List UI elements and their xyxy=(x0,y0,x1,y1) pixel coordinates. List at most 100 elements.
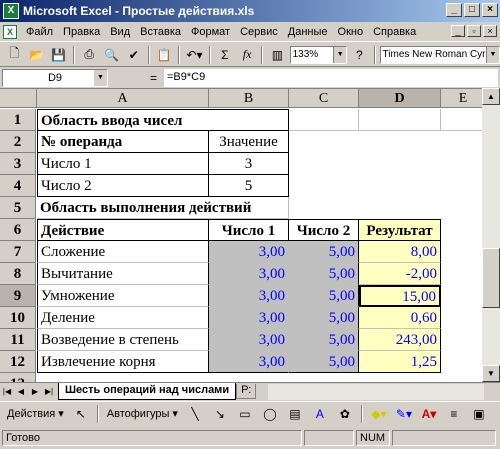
cell-a9[interactable]: Умножение xyxy=(37,285,209,307)
last-sheet-icon[interactable]: ▶| xyxy=(42,384,56,400)
arrow-icon[interactable]: ↘ xyxy=(209,404,231,424)
cell-b9[interactable]: 3,00 xyxy=(209,285,289,307)
chevron-down-icon[interactable]: ▼ xyxy=(485,46,499,63)
open-folder-icon[interactable]: 📂 xyxy=(26,45,46,65)
close-button[interactable]: × xyxy=(482,3,498,17)
line-style-icon[interactable]: ≡ xyxy=(443,404,465,424)
horizontal-scrollbar[interactable] xyxy=(268,384,484,400)
line-icon[interactable]: ╲ xyxy=(184,404,206,424)
cell-a5[interactable]: Область выполнения действий xyxy=(37,197,289,219)
clipart-icon[interactable]: ✿ xyxy=(334,404,356,424)
row-header-5[interactable]: 5 xyxy=(0,197,36,219)
row-header-3[interactable]: 3 xyxy=(0,153,36,175)
font-select[interactable]: Times New Roman Cyr ▼ xyxy=(379,45,500,64)
cell-a2[interactable]: № операнда xyxy=(37,131,209,153)
undo-icon[interactable]: ↶▾ xyxy=(184,45,204,65)
maximize-button[interactable]: □ xyxy=(464,3,480,17)
actions-menu[interactable]: Действия ▾ xyxy=(4,407,67,420)
menu-view[interactable]: Вид xyxy=(105,26,135,38)
row-header-10[interactable]: 10 xyxy=(0,307,36,329)
row-header-13[interactable]: 13 xyxy=(0,373,36,382)
cell-a8[interactable]: Вычитание xyxy=(37,263,209,285)
cell-c6[interactable]: Число 2 xyxy=(289,219,359,241)
cell-a7[interactable]: Сложение xyxy=(37,241,209,263)
cell-b11[interactable]: 3,00 xyxy=(209,329,289,351)
cell-d7[interactable]: 8,00 xyxy=(359,241,441,263)
cell-a12[interactable]: Извлечение корня xyxy=(37,351,209,373)
autoshapes-menu[interactable]: Автофигуры ▾ xyxy=(104,407,181,420)
row-header-11[interactable]: 11 xyxy=(0,329,36,351)
column-header-d[interactable]: D xyxy=(359,89,441,108)
cell-d9-selected[interactable]: 15,00 xyxy=(359,285,441,307)
row-header-2[interactable]: 2 xyxy=(0,131,36,153)
row-header-12[interactable]: 12 xyxy=(0,351,36,373)
row-header-4[interactable]: 4 xyxy=(0,175,36,197)
select-pointer-icon[interactable]: ↖ xyxy=(70,404,92,424)
scroll-thumb[interactable] xyxy=(482,248,500,308)
cell-a11[interactable]: Возведение в степень xyxy=(37,329,209,351)
cell-b8[interactable]: 3,00 xyxy=(209,263,289,285)
cell-a1[interactable]: Область ввода чисел xyxy=(37,109,289,131)
cell-b10[interactable]: 3,00 xyxy=(209,307,289,329)
cell-d1[interactable] xyxy=(359,109,441,131)
menu-tools[interactable]: Сервис xyxy=(235,26,283,38)
cell-d6[interactable]: Результат xyxy=(359,219,441,241)
cell-d12[interactable]: 1,25 xyxy=(359,351,441,373)
column-header-b[interactable]: B xyxy=(209,89,289,108)
cell-c12[interactable]: 5,00 xyxy=(289,351,359,373)
new-file-icon[interactable]: 🗋 xyxy=(4,45,24,65)
row-header-7[interactable]: 7 xyxy=(0,241,36,263)
menu-format[interactable]: Формат xyxy=(186,26,235,38)
row-header-8[interactable]: 8 xyxy=(0,263,36,285)
cell-a10[interactable]: Деление xyxy=(37,307,209,329)
minimize-button[interactable]: _ xyxy=(446,3,462,17)
menu-window[interactable]: Окно xyxy=(333,26,369,38)
cell-b2[interactable]: Значение xyxy=(209,131,289,153)
sheet-tab-next[interactable]: Р: xyxy=(236,384,257,399)
font-color-icon[interactable]: A▾ xyxy=(418,404,440,424)
row-header-6[interactable]: 6 xyxy=(0,219,36,241)
oval-icon[interactable]: ◯ xyxy=(259,404,281,424)
spelling-icon[interactable]: ✔ xyxy=(124,45,144,65)
chevron-down-icon[interactable]: ▼ xyxy=(94,70,107,86)
shadow-icon[interactable]: ▣ xyxy=(468,404,490,424)
help-icon[interactable]: ? xyxy=(349,45,369,65)
cell-b3[interactable]: 3 xyxy=(209,153,289,175)
cell-c1[interactable] xyxy=(289,109,359,131)
row-header-1[interactable]: 1 xyxy=(0,109,36,131)
line-color-icon[interactable]: ✎▾ xyxy=(393,404,415,424)
first-sheet-icon[interactable]: |◀ xyxy=(0,384,14,400)
cell-a4[interactable]: Число 2 xyxy=(37,175,209,197)
name-box[interactable]: D9 ▼ xyxy=(2,69,108,87)
cell-d10[interactable]: 0,60 xyxy=(359,307,441,329)
textbox-icon[interactable]: ▤ xyxy=(284,404,306,424)
function-icon[interactable]: fx xyxy=(237,45,257,65)
save-icon[interactable]: 💾 xyxy=(49,45,69,65)
zoom-select[interactable]: 133% ▼ xyxy=(289,45,348,64)
scroll-down-icon[interactable]: ▼ xyxy=(482,365,500,382)
vertical-scrollbar[interactable]: ▲ ▼ xyxy=(482,88,500,382)
column-header-a[interactable]: A xyxy=(37,89,209,108)
menu-file[interactable]: Файл xyxy=(21,26,58,38)
cell-d8[interactable]: -2,00 xyxy=(359,263,441,285)
cell-c9[interactable]: 5,00 xyxy=(289,285,359,307)
cell-e1[interactable] xyxy=(441,109,482,131)
fill-color-icon[interactable]: ◆▾ xyxy=(368,404,390,424)
wordart-icon[interactable]: A xyxy=(309,404,331,424)
chevron-down-icon[interactable]: ▼ xyxy=(333,46,347,63)
formula-input[interactable]: =B9*C9 xyxy=(164,69,498,87)
column-header-c[interactable]: C xyxy=(289,89,359,108)
cell-a6[interactable]: Действие xyxy=(37,219,209,241)
print-icon[interactable]: ⎙ xyxy=(79,45,99,65)
select-all-corner[interactable] xyxy=(0,89,37,108)
prev-sheet-icon[interactable]: ◀ xyxy=(14,384,28,400)
menu-help[interactable]: Справка xyxy=(368,26,421,38)
cell-b12[interactable]: 3,00 xyxy=(209,351,289,373)
menu-data[interactable]: Данные xyxy=(283,26,333,38)
cell-c7[interactable]: 5,00 xyxy=(289,241,359,263)
row-header-9[interactable]: 9 xyxy=(0,285,36,307)
sheet-tab-active[interactable]: Шесть операций над числами xyxy=(58,383,237,400)
cell-b7[interactable]: 3,00 xyxy=(209,241,289,263)
chart-icon[interactable]: ▥ xyxy=(267,45,287,65)
column-header-e[interactable]: E xyxy=(441,89,482,108)
